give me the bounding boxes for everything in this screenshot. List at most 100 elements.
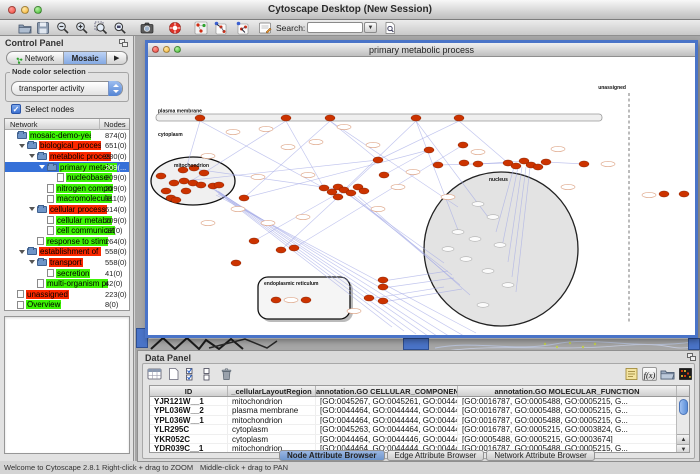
close-icon[interactable] xyxy=(152,46,159,53)
tree-row[interactable]: establishment of lo558(0) xyxy=(5,247,129,258)
app-titlebar[interactable]: Cytoscape Desktop (New Session) xyxy=(0,0,700,20)
attribute-select-icon[interactable] xyxy=(147,367,162,381)
gene-node xyxy=(214,182,224,188)
maximize-icon[interactable] xyxy=(174,46,181,53)
scroll-up-arrow[interactable]: ▲ xyxy=(677,434,690,444)
select-nodes-checkbox[interactable]: ✓ xyxy=(11,104,21,114)
plasma-membrane-region xyxy=(156,114,602,121)
tree-row[interactable]: multi-organism pro42(0) xyxy=(5,278,129,289)
tree-item-count: 209(... xyxy=(105,163,126,172)
tree-row[interactable]: cellular process614(0) xyxy=(5,204,129,215)
tree-row[interactable]: mosaic-demo-yeast874(0) xyxy=(5,130,129,141)
minimize-window-button[interactable] xyxy=(21,6,29,14)
table-row[interactable]: YPL036W__2plasma membrane[GO:0044464, GO… xyxy=(150,406,689,415)
tree-item-count: 614(0) xyxy=(105,205,127,214)
gene-node xyxy=(364,295,374,301)
zoom-fit-icon[interactable] xyxy=(112,21,128,35)
import-attributes-folder-icon[interactable] xyxy=(660,367,675,381)
search-input[interactable] xyxy=(307,22,363,33)
delete-attribute-trash-icon[interactable] xyxy=(219,367,234,381)
table-row[interactable]: YPL036W__1mitochondrion[GO:0044464, GO:0… xyxy=(150,416,689,425)
zoom-out-icon[interactable] xyxy=(55,21,71,35)
network-canvas[interactable]: plasma membranecytoplasmmitochondrionnuc… xyxy=(148,57,695,335)
tab-edge-attribute-browser[interactable]: Edge Attribute Browser xyxy=(387,450,485,461)
search-document-icon[interactable] xyxy=(382,21,398,35)
birdseye-view-panel[interactable] xyxy=(4,316,130,454)
float-panel-icon[interactable] xyxy=(687,353,696,361)
tree-row[interactable]: unassigned223(0) xyxy=(5,289,129,300)
new-attribute-icon[interactable] xyxy=(166,367,181,381)
zoom-in-icon[interactable] xyxy=(74,21,90,35)
minimize-icon[interactable] xyxy=(163,46,170,53)
open-file-icon[interactable] xyxy=(17,21,33,35)
table-row[interactable]: YLR295Ccytoplasm[GO:0045263, GO:0044464,… xyxy=(150,425,689,434)
help-lifering-icon[interactable] xyxy=(167,21,183,35)
zoom-window-button[interactable] xyxy=(34,6,42,14)
search-dropdown-button[interactable]: ▼ xyxy=(364,22,377,33)
tree-item-count: 22(0) xyxy=(105,226,123,235)
tree-row[interactable]: secretion41(0) xyxy=(5,268,129,279)
tree-expand-arrow-icon[interactable] xyxy=(29,207,37,211)
gene-node xyxy=(156,173,166,179)
tab-network-attribute-browser[interactable]: Network Attribute Browser xyxy=(486,450,594,461)
tab-overflow-arrow[interactable]: ▶ xyxy=(107,52,127,64)
formula-builder-button[interactable]: f(x) xyxy=(642,367,657,381)
table-column-header[interactable]: annotation.GO MOLECULAR_FUNCTION xyxy=(458,386,677,396)
tab-node-attribute-browser[interactable]: Node Attribute Browser xyxy=(279,450,385,461)
tree-column-network[interactable]: Network xyxy=(10,120,38,129)
scrollbar-thumb[interactable] xyxy=(679,399,688,415)
tree-item-count: 209(0) xyxy=(105,184,127,193)
tree-expand-arrow-icon[interactable] xyxy=(39,165,47,169)
table-scrollbar[interactable]: ▲ ▼ xyxy=(676,397,689,453)
tree-row[interactable]: transport558(0) xyxy=(5,257,129,268)
tree-row[interactable]: biological_process651(0) xyxy=(5,141,129,152)
table-cell: [GO:0005488, GO:0005215, GO:0003674] xyxy=(458,435,677,443)
tree-row[interactable]: nitrogen compo209(0) xyxy=(5,183,129,194)
color-attribute-combobox[interactable]: transporter activity xyxy=(11,81,123,96)
import-network-icon[interactable] xyxy=(212,21,228,35)
tree-expand-arrow-icon[interactable] xyxy=(19,144,27,148)
node-label-oval xyxy=(471,149,485,154)
tab-mosaic[interactable]: Mosaic xyxy=(64,52,107,64)
table-column-header[interactable]: annotation.GO CELLULAR_COMPONENT xyxy=(316,386,458,396)
tree-column-nodes[interactable]: Nodes xyxy=(104,120,126,129)
network-window-titlebar[interactable]: primary metabolic process xyxy=(148,43,695,57)
table-column-header[interactable]: ID xyxy=(150,386,228,396)
annotations-icon[interactable] xyxy=(257,21,273,35)
zoom-selected-icon[interactable] xyxy=(93,21,109,35)
tree-row[interactable]: response to stimulu264(0) xyxy=(5,236,129,247)
tree-expand-arrow-icon[interactable] xyxy=(29,154,37,158)
tree-row[interactable]: cell communicat22(0) xyxy=(5,225,129,236)
tree-item-count: 41(0) xyxy=(105,269,123,278)
unselect-attributes-icon[interactable] xyxy=(202,367,217,381)
table-row[interactable]: YJR121W__1mitochondrion[GO:0045267, GO:0… xyxy=(150,397,689,406)
region-label-mitochondrion: mitochondrion xyxy=(174,163,209,169)
network-graph[interactable]: plasma membranecytoplasmmitochondrionnuc… xyxy=(148,57,695,335)
tree-row[interactable]: cellular metabo209(0) xyxy=(5,215,129,226)
snapshot-camera-icon[interactable] xyxy=(139,21,155,35)
tab-network[interactable]: Network xyxy=(7,52,64,64)
table-column-header[interactable]: _cellularLayoutRegion xyxy=(228,386,316,396)
select-all-attributes-icon[interactable] xyxy=(185,367,200,381)
search-label: Search: xyxy=(276,23,305,33)
float-panel-icon[interactable] xyxy=(119,39,128,47)
export-network-icon[interactable] xyxy=(234,21,250,35)
scroll-down-arrow[interactable]: ▼ xyxy=(677,444,690,453)
close-window-button[interactable] xyxy=(8,6,16,14)
tree-row[interactable]: nucleobase-209(0) xyxy=(5,172,129,183)
tree-expand-arrow-icon[interactable] xyxy=(29,260,37,264)
tree-row[interactable]: primary metabo209(... xyxy=(5,162,129,173)
gene-node xyxy=(196,182,206,188)
tree-expand-arrow-icon[interactable] xyxy=(19,250,27,254)
gene-node xyxy=(433,162,443,168)
network-window[interactable]: primary metabolic process plasma membran… xyxy=(145,40,698,338)
save-session-icon[interactable] xyxy=(35,21,51,35)
tree-item-label: unassigned xyxy=(26,290,69,299)
tree-row[interactable]: macromolecule311(0) xyxy=(5,194,129,205)
attribute-matrix-icon[interactable] xyxy=(678,367,693,381)
tree-row[interactable]: Overview8(0) xyxy=(5,300,129,311)
tree-row[interactable]: metabolic process280(0) xyxy=(5,151,129,162)
attribute-notes-icon[interactable] xyxy=(624,367,639,381)
network-manager-icon[interactable] xyxy=(193,21,209,35)
table-row[interactable]: YKR052Ccytoplasm[GO:0044464, GO:0044446,… xyxy=(150,435,689,444)
